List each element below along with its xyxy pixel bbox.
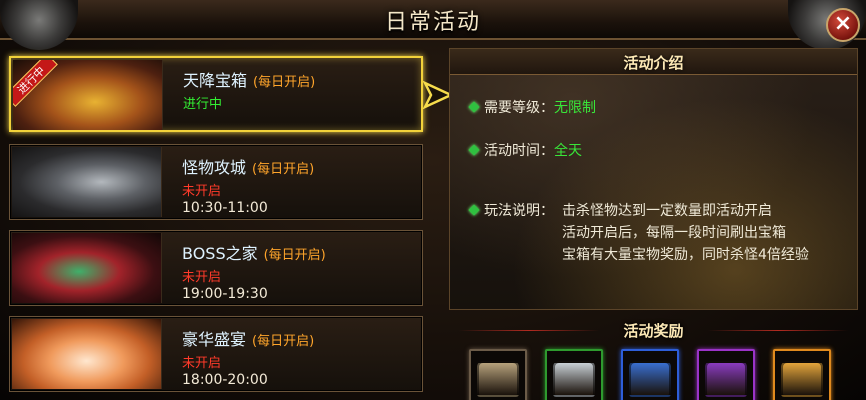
activity-name: 天降宝箱 (每日开启) xyxy=(183,67,315,91)
activity-status: 进行中 xyxy=(183,97,223,112)
divider xyxy=(708,330,848,331)
reward-slots xyxy=(449,346,858,400)
reward-slot[interactable] xyxy=(469,349,527,400)
intro-title: 活动介绍 xyxy=(623,54,684,72)
activity-name-text: 怪物攻城 xyxy=(182,158,247,177)
gameplay-line: 活动开启后，每隔一段时间刷出宝箱 xyxy=(562,225,786,241)
reward-slot[interactable] xyxy=(621,349,679,400)
title-bar: 日常活动 × xyxy=(0,0,866,50)
gameplay-line: 宝箱有大量宝物奖励，同时杀怪4倍经验 xyxy=(562,247,809,263)
in-progress-ribbon: 进行中 xyxy=(13,60,58,107)
activity-time-value: 全天 xyxy=(554,143,582,159)
activity-name-text: 豪华盛宴 xyxy=(182,330,247,349)
activity-status: 未开启 xyxy=(182,356,222,371)
feast-thumbnail xyxy=(12,319,162,389)
gameplay-label: 玩法说明： xyxy=(484,203,554,219)
activity-frequency: (每日开启) xyxy=(253,75,316,90)
activity-frequency: (每日开启) xyxy=(263,248,326,263)
activity-time-label: 活动时间： xyxy=(484,143,554,159)
close-button[interactable]: × xyxy=(826,8,860,42)
activity-frequency: (每日开启) xyxy=(252,162,315,177)
blue-chest-icon xyxy=(629,361,671,397)
activity-item-treasure-rain[interactable]: 进行中 天降宝箱 (每日开启) 进行中 xyxy=(9,56,423,132)
activity-name: 豪华盛宴 (每日开启) xyxy=(182,326,314,350)
bronze-chest-icon xyxy=(477,361,519,397)
required-level-row: 需要等级：无限制 xyxy=(468,97,596,117)
activity-name-text: 天降宝箱 xyxy=(183,71,248,90)
daily-activities-window: 日常活动 × 进行中 天降宝箱 (每日开启) 进行中 怪物攻城 (每日开启) 未开启… xyxy=(0,0,866,400)
activity-intro-panel: 活动介绍 需要等级：无限制 活动时间：全天 玩法说明： 击杀怪物达到一定数量即活… xyxy=(449,48,858,310)
purple-chest-icon xyxy=(705,361,747,397)
gameplay-line: 击杀怪物达到一定数量即活动开启 xyxy=(562,203,772,219)
required-level-value: 无限制 xyxy=(554,100,596,116)
intro-header: 活动介绍 xyxy=(450,49,857,75)
gameplay-row: 玩法说明： xyxy=(468,200,554,220)
activity-time-row: 活动时间：全天 xyxy=(468,140,582,160)
activity-status: 未开启 xyxy=(182,270,222,285)
silver-chest-icon xyxy=(553,361,595,397)
activity-frequency: (每日开启) xyxy=(252,334,315,349)
monster-thumbnail xyxy=(12,147,162,217)
required-level-label: 需要等级： xyxy=(484,100,554,116)
reward-slot[interactable] xyxy=(545,349,603,400)
activity-name: BOSS之家 (每日开启) xyxy=(182,240,326,264)
reward-slot[interactable] xyxy=(697,349,755,400)
reward-header: 活动奖励 xyxy=(449,318,858,342)
gameplay-description: 击杀怪物达到一定数量即活动开启 活动开启后，每隔一段时间刷出宝箱 宝箱有大量宝物… xyxy=(562,200,852,266)
boss-thumbnail xyxy=(12,233,162,303)
treasure-chest-thumbnail: 进行中 xyxy=(13,60,163,130)
bullet-diamond-icon xyxy=(468,204,480,216)
bullet-diamond-icon xyxy=(468,144,480,156)
activity-item-monster-siege[interactable]: 怪物攻城 (每日开启) 未开启 10:30-11:00 xyxy=(9,144,423,220)
activity-status: 未开启 xyxy=(182,184,222,199)
activity-name: 怪物攻城 (每日开启) xyxy=(182,154,314,178)
activity-time: 10:30-11:00 xyxy=(182,200,268,216)
activity-time: 19:00-19:30 xyxy=(182,286,268,302)
window-title: 日常活动 xyxy=(384,10,481,35)
activity-item-grand-feast[interactable]: 豪华盛宴 (每日开启) 未开启 18:00-20:00 xyxy=(9,316,423,392)
bullet-diamond-icon xyxy=(468,101,480,113)
gold-chest-icon xyxy=(781,361,823,397)
activity-item-boss-home[interactable]: BOSS之家 (每日开启) 未开启 19:00-19:30 xyxy=(9,230,423,306)
activity-time: 18:00-20:00 xyxy=(182,372,268,388)
reward-slot[interactable] xyxy=(773,349,831,400)
activity-name-text: BOSS之家 xyxy=(182,244,258,263)
